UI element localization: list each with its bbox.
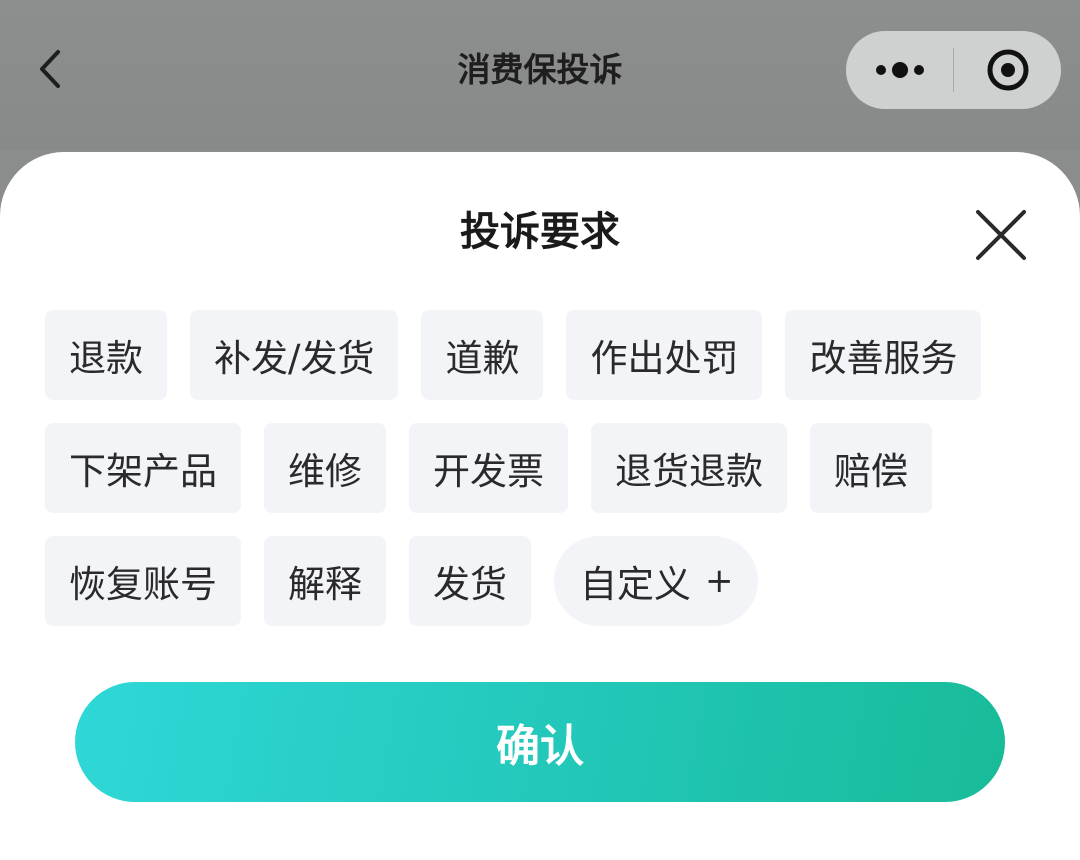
tag-restore-account[interactable]: 恢复账号 bbox=[45, 536, 241, 626]
close-button[interactable] bbox=[966, 200, 1036, 270]
tag-improve-service[interactable]: 改善服务 bbox=[785, 310, 982, 400]
page-title: 消费保投诉 bbox=[457, 50, 623, 89]
back-button[interactable] bbox=[28, 44, 78, 94]
chevron-left-icon bbox=[40, 50, 60, 88]
tag-refund[interactable]: 退款 bbox=[45, 310, 167, 400]
tag-row: 下架产品 维修 开发票 退货退款 赔偿 bbox=[45, 423, 1045, 513]
target-circle-icon bbox=[987, 49, 1029, 91]
sheet-title: 投诉要求 bbox=[460, 209, 620, 255]
tag-repair[interactable]: 维修 bbox=[264, 423, 386, 513]
tag-penalty[interactable]: 作出处罚 bbox=[566, 310, 763, 400]
tag-row: 恢复账号 解释 发货 自定义 + bbox=[45, 536, 1045, 626]
tag-delist-product[interactable]: 下架产品 bbox=[45, 423, 241, 513]
tag-apology[interactable]: 道歉 bbox=[421, 310, 544, 400]
more-dots-icon bbox=[876, 62, 924, 78]
tag-invoice[interactable]: 开发票 bbox=[409, 423, 568, 513]
tag-explanation[interactable]: 解释 bbox=[264, 536, 386, 626]
tag-return-refund[interactable]: 退货退款 bbox=[591, 423, 787, 513]
tag-custom-add[interactable]: 自定义 + bbox=[554, 536, 758, 626]
more-button[interactable] bbox=[846, 31, 953, 109]
complaint-requirements-sheet: 投诉要求 退款 补发/发货 道歉 作出处罚 改善服务 下架产品 维修 开发票 退… bbox=[0, 152, 1080, 860]
tag-reship[interactable]: 补发/发货 bbox=[190, 310, 399, 400]
exit-mini-program-button[interactable] bbox=[954, 31, 1061, 109]
tag-ship[interactable]: 发货 bbox=[409, 536, 531, 626]
top-nav-bar: 消费保投诉 bbox=[0, 0, 1080, 150]
tag-compensation[interactable]: 赔偿 bbox=[810, 423, 932, 513]
custom-tag-label: 自定义 bbox=[580, 563, 691, 606]
mini-program-capsule bbox=[846, 31, 1061, 109]
plus-icon: + bbox=[705, 561, 734, 601]
tag-row: 退款 补发/发货 道歉 作出处罚 改善服务 bbox=[45, 310, 1045, 400]
confirm-button[interactable]: 确认 bbox=[75, 682, 1005, 802]
close-x-icon bbox=[976, 210, 1026, 260]
requirement-tags: 退款 补发/发货 道歉 作出处罚 改善服务 下架产品 维修 开发票 退货退款 赔… bbox=[45, 310, 1045, 649]
